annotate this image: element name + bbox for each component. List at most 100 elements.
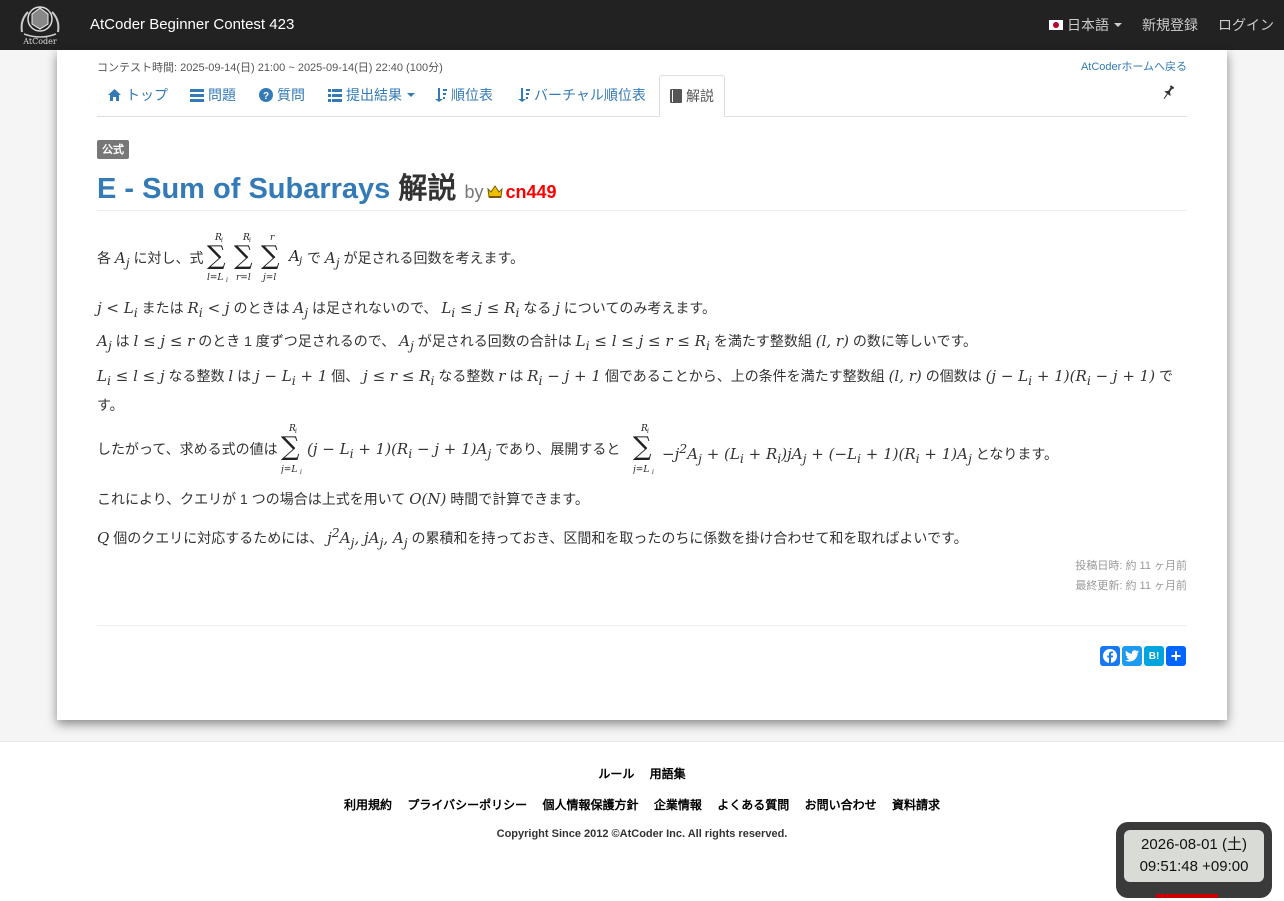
author-link[interactable]: cn449 [505, 182, 556, 202]
contest-title[interactable]: AtCoder Beginner Contest 423 [90, 16, 294, 33]
text: なる整数 [168, 368, 225, 384]
paragraph: 各 Aj に対し、式 Ri ∑ l=L i Ri ∑ r=l r ∑ j=l Aj [97, 228, 1187, 288]
footer-link-contact[interactable]: お問い合わせ [805, 798, 877, 812]
footer-link-terms[interactable]: 利用規約 [344, 798, 392, 812]
official-badge: 公式 [97, 140, 129, 159]
tab-tasks[interactable]: 問題 [180, 75, 246, 115]
clock-display: 2026-08-01 (土) 09:51:48 +09:00 [1124, 830, 1264, 882]
tab-label: 順位表 [451, 87, 493, 103]
list-icon [190, 88, 204, 102]
paragraph: Li ≤ l ≤ j なる整数 l は j − Li + 1 個、 j ≤ r … [97, 367, 1173, 413]
list-icon [328, 88, 342, 102]
tab-label: 問題 [208, 87, 236, 103]
clock-time: 09:51:48 +09:00 [1139, 858, 1249, 875]
text: 各 [97, 250, 111, 266]
sort-icon [518, 88, 530, 102]
clock-widget: 2026-08-01 (土) 09:51:48 +09:00 [1116, 822, 1272, 898]
text: は [115, 333, 130, 349]
tab-editorial[interactable]: 解説 [659, 75, 725, 117]
footer-link-materials[interactable]: 資料請求 [892, 798, 940, 812]
text: についてのみ考えます。 [563, 300, 716, 316]
hatena-icon: B! [1148, 650, 1160, 662]
text: 個であることから、上の条件を満たす整数組 [604, 368, 885, 384]
tab-label: 解説 [686, 88, 714, 104]
facebook-icon [1103, 649, 1117, 663]
signup-link[interactable]: 新規登録 [1142, 15, 1198, 35]
text: であり、展開すると [495, 441, 621, 457]
footer-link-glossary[interactable]: 用語集 [650, 767, 686, 781]
twitter-icon [1125, 650, 1139, 662]
text: の累積和を持っておき、区間和を取ったのちに係数を掛け合わせて和を取ればよいです。 [411, 530, 968, 546]
tab-clarifications[interactable]: ? 質問 [249, 75, 315, 115]
footer-link-privacy[interactable]: プライバシーポリシー [407, 798, 527, 812]
divider [97, 210, 1187, 211]
page-title: E - Sum of Subarrays 解説 by cn449 [97, 165, 557, 207]
text: す。 [97, 397, 124, 413]
paragraph: したがって、求める式の値は Ri ∑ j=L i (j − Li + 1)(Ri … [97, 422, 1187, 478]
hatena-share-button[interactable]: B! [1144, 646, 1164, 666]
footer-link-faq[interactable]: よくある質問 [717, 798, 789, 812]
share-plus-button[interactable]: + [1166, 646, 1186, 666]
svg-text:j=L: j=L [633, 465, 649, 475]
svg-text:∑: ∑ [261, 241, 280, 271]
svg-text:l=L: l=L [207, 273, 223, 283]
footer-link-personal-info[interactable]: 個人情報保護方針 [543, 798, 639, 812]
tab-label: バーチャル順位表 [534, 87, 646, 103]
footer-link-rules[interactable]: ルール [598, 767, 634, 781]
text: を満たす整数組 [713, 333, 812, 349]
back-to-home-link[interactable]: AtCoderホームへ戻る [1081, 58, 1187, 74]
brand-text: AtCoder [23, 37, 57, 46]
text: が足される回数の合計は [417, 333, 572, 349]
tab-top[interactable]: トップ [97, 75, 178, 115]
pin-icon[interactable] [1161, 85, 1175, 104]
contest-tabs: トップ 問題 ? 質問 提出結果 順位表 バーチャル順位表 解説 [97, 75, 1187, 117]
svg-text:∑: ∑ [207, 241, 226, 271]
svg-text:i: i [300, 469, 302, 476]
tab-submissions[interactable]: 提出結果 [318, 75, 425, 115]
twitter-share-button[interactable] [1122, 646, 1142, 666]
by-label: by [464, 182, 484, 202]
svg-text:∑: ∑ [281, 432, 300, 462]
svg-text:∑: ∑ [633, 432, 652, 462]
svg-text:j=l: j=l [261, 273, 276, 283]
footer-links-secondary: 利用規約 プライバシーポリシー 個人情報保護方針 企業情報 よくある質問 お問い… [0, 796, 1284, 813]
text: は [509, 368, 524, 384]
language-dropdown[interactable]: 日本語 [1049, 15, 1122, 35]
atcoder-logo[interactable]: AtCoder [14, 2, 66, 48]
facebook-share-button[interactable] [1100, 646, 1120, 666]
text: または [141, 300, 184, 316]
text: これにより、クエリが 1 つの場合は上式を用いて [97, 491, 406, 507]
tab-virtual-standings[interactable]: バーチャル順位表 [508, 75, 656, 115]
footer-links-primary: ルール 用語集 [0, 765, 1284, 782]
svg-text:r=l: r=l [236, 273, 251, 283]
divider [97, 625, 1187, 626]
tab-label: 提出結果 [346, 87, 402, 103]
text: したがって、求める式の値は [97, 441, 278, 457]
svg-text:?: ? [263, 91, 269, 102]
sort-icon [435, 88, 447, 102]
text: で [307, 250, 321, 266]
paragraph: これにより、クエリが 1 つの場合は上式を用いて O(N) 時間で計算できます。 [97, 490, 589, 508]
clock-accent [1156, 894, 1218, 898]
text: のときは [233, 300, 290, 316]
posted-time: 投稿日時: 約 11 ヶ月前 [1075, 560, 1187, 572]
text: の個数は [925, 368, 982, 384]
text: となります。 [975, 446, 1058, 462]
paragraph: Aj は l ≤ j ≤ r のとき 1 度ずつ足されるので、 Aj が足される… [97, 332, 978, 353]
paragraph: j < Li または Ri < j のときは Aj は足されないので、 Li ≤… [97, 299, 716, 320]
chevron-down-icon [1114, 23, 1122, 27]
text: に対し、式 [133, 250, 204, 266]
title-suffix: 解説 [398, 173, 457, 205]
tab-standings[interactable]: 順位表 [425, 75, 503, 115]
question-icon: ? [259, 88, 273, 102]
svg-text:j=L: j=L [281, 465, 297, 475]
problem-title-link[interactable]: E - Sum of Subarrays [97, 173, 390, 205]
login-link[interactable]: ログイン [1218, 15, 1274, 35]
book-icon [670, 89, 682, 103]
footer-link-company[interactable]: 企業情報 [654, 798, 702, 812]
text: なる整数 [438, 368, 495, 384]
crown-icon [487, 174, 504, 207]
share-buttons: B! + [1100, 646, 1186, 666]
language-label: 日本語 [1067, 17, 1109, 33]
tab-label: トップ [126, 87, 168, 103]
